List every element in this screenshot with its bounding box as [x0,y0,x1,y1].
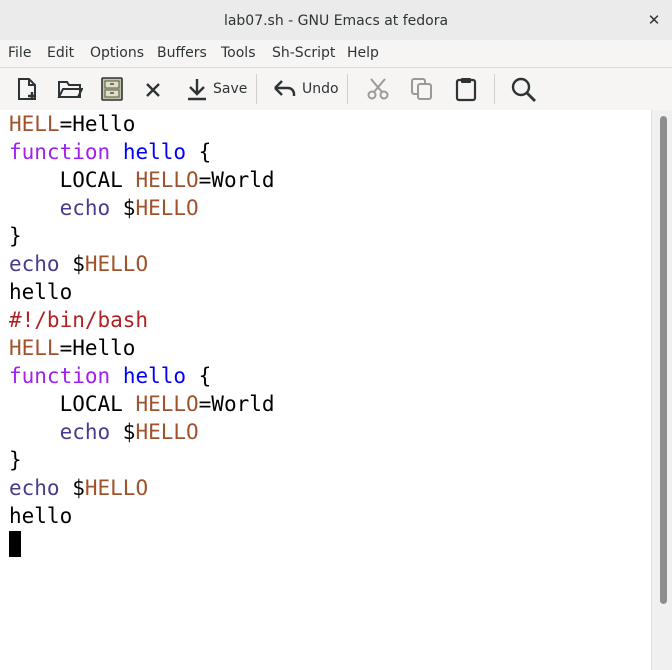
code-token: HELLO [84,252,149,276]
editor-buffer[interactable]: HELL=Hello function hello { LOCAL HELLO=W… [0,110,651,670]
open-file-button[interactable] [57,74,83,104]
clipboard-icon [453,76,479,102]
code-text: HELL=Hello function hello { LOCAL HELLO=W… [9,110,275,558]
code-line: hello [9,502,275,530]
code-line: LOCAL HELLO=World [9,390,275,418]
menu-edit[interactable]: Edit [47,40,74,67]
code-token: $ [110,196,136,220]
cabinet-icon [100,76,124,102]
menu-bar: File Edit Options Buffers Tools Sh-Scrip… [0,40,672,68]
code-token: hello [122,140,187,164]
code-token: LOCAL [9,168,136,192]
code-line: function hello { [9,138,275,166]
code-token: =World [198,168,275,192]
code-token: $ [59,252,85,276]
scrollbar-thumb[interactable] [660,116,667,604]
code-token: function [9,364,111,388]
code-token: HELLO [135,168,199,192]
code-token: hello [9,280,73,304]
title-bar: lab07.sh - GNU Emacs at fedora ✕ [0,0,672,41]
code-token: HELLO [84,476,149,500]
code-token: echo [59,196,111,220]
code-line: echo $HELLO [9,194,275,222]
code-token: =Hello [59,112,136,136]
kill-buffer-button[interactable] [143,74,163,104]
folder-icon [57,76,83,102]
new-file-icon [14,76,40,102]
cut-button[interactable] [365,74,391,104]
code-line: HELL=Hello [9,110,275,138]
code-line: #!/bin/bash [9,306,275,334]
menu-file[interactable]: File [8,40,31,67]
close-x-icon [143,76,163,102]
code-token: { [186,364,212,388]
code-token: HELLO [135,420,199,444]
code-token: echo [59,420,111,444]
code-line: LOCAL HELLO=World [9,166,275,194]
save-button[interactable]: Save [185,74,247,104]
code-token: } [9,224,22,248]
menu-buffers[interactable]: Buffers [157,40,207,67]
code-line: HELL=Hello [9,334,275,362]
code-line: } [9,446,275,474]
close-icon[interactable]: ✕ [646,12,662,28]
code-token: HELLO [135,392,199,416]
code-token: $ [59,476,85,500]
code-token: HELLO [135,196,199,220]
undo-icon [272,76,298,102]
code-line: echo $HELLO [9,474,275,502]
search-icon [510,76,538,102]
menu-sh-script[interactable]: Sh-Script [272,40,335,67]
toolbar-separator [347,74,348,104]
menu-help[interactable]: Help [347,40,379,67]
code-token: $ [110,420,136,444]
code-token: HELL [9,336,60,360]
code-line: echo $HELLO [9,418,275,446]
text-cursor [9,531,21,557]
download-icon [185,76,209,102]
copy-icon [409,76,435,102]
undo-button[interactable]: Undo [272,74,339,104]
copy-button[interactable] [409,74,435,104]
menu-tools[interactable]: Tools [221,40,256,67]
toolbar: Save Undo [0,68,672,111]
menu-options[interactable]: Options [90,40,144,67]
code-token: } [9,448,22,472]
code-token: =Hello [59,336,136,360]
code-token: { [186,140,212,164]
code-line: echo $HELLO [9,250,275,278]
code-line: } [9,222,275,250]
code-token: HELL [9,112,60,136]
code-token: echo [9,252,60,276]
scissors-icon [365,76,391,102]
code-token: hello [122,364,187,388]
code-token: function [9,140,111,164]
code-token: echo [9,476,60,500]
paste-button[interactable] [453,74,479,104]
dired-button[interactable] [100,74,124,104]
window-title: lab07.sh - GNU Emacs at fedora [223,13,449,29]
code-token: #!/bin/bash [9,308,149,332]
cursor-line [9,530,275,558]
code-line: function hello { [9,362,275,390]
code-token: hello [9,504,73,528]
search-button[interactable] [510,74,538,104]
toolbar-separator [494,74,495,104]
vertical-scrollbar[interactable] [651,110,672,670]
save-label: Save [213,81,248,97]
code-token: LOCAL [9,392,136,416]
undo-label: Undo [302,81,339,97]
new-file-button[interactable] [14,74,40,104]
code-line: hello [9,278,275,306]
toolbar-separator [256,74,257,104]
code-token: =World [198,392,275,416]
